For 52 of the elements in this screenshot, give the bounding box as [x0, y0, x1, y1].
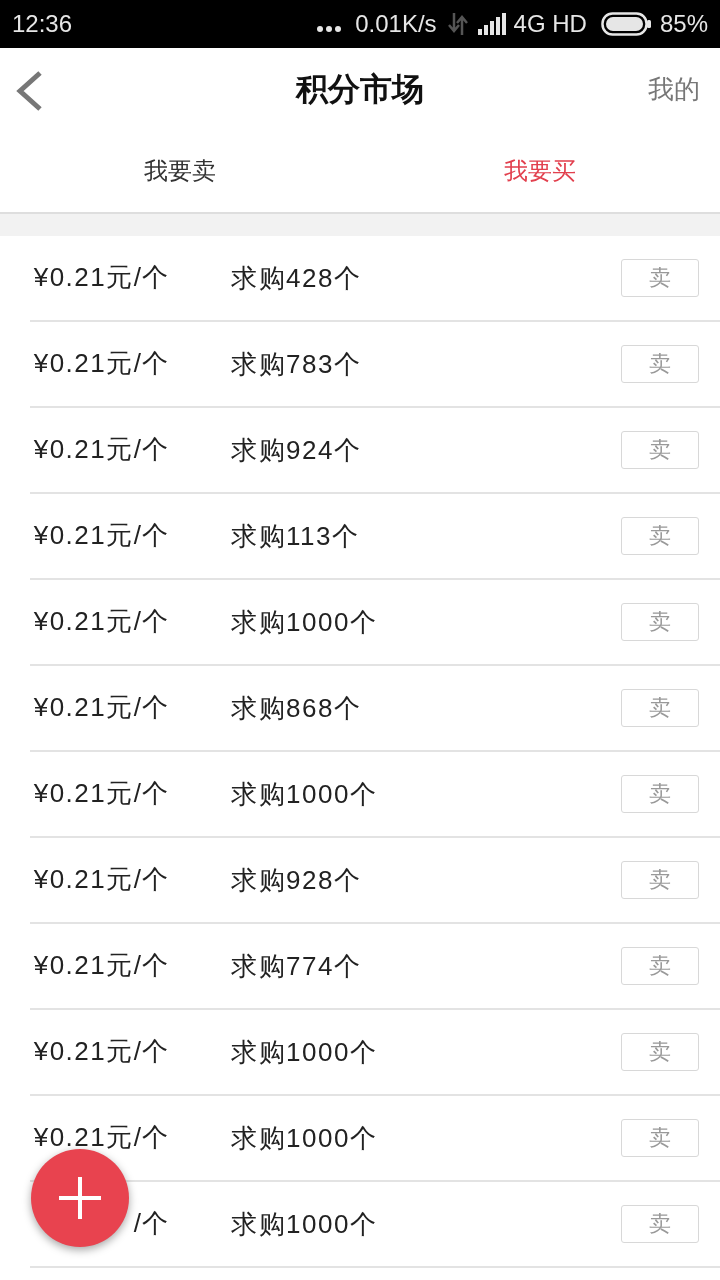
price-text: ¥0.21元/个	[33, 347, 170, 378]
sell-button[interactable]: 卖	[621, 1033, 699, 1071]
tab[interactable]: 我要买	[504, 159, 576, 183]
network-speed: 0.01K/s	[355, 12, 437, 36]
add-button[interactable]	[31, 1149, 129, 1247]
price-text: /个	[133, 1207, 170, 1238]
back-icon	[15, 70, 43, 112]
quantity-text: 求购928个	[231, 867, 362, 893]
quantity-text: 求购868个	[231, 695, 362, 721]
price-text: ¥0.21元/个	[33, 863, 170, 894]
price-text: ¥0.21元/个	[33, 1035, 170, 1066]
status-time: 12:36	[12, 12, 73, 36]
signal-icon	[477, 13, 506, 35]
sell-button[interactable]: 卖	[621, 689, 699, 727]
quantity-text: 求购783个	[231, 351, 362, 377]
page-title: 积分市场	[296, 73, 424, 105]
quantity-text: 求购1000个	[231, 1211, 378, 1237]
price-text: ¥0.21元/个	[33, 1121, 170, 1152]
sell-button[interactable]: 卖	[621, 517, 699, 555]
sell-button[interactable]: 卖	[621, 259, 699, 297]
back-button[interactable]	[15, 70, 43, 112]
sell-button[interactable]: 卖	[621, 1205, 699, 1243]
quantity-text: 求购1000个	[231, 1039, 378, 1065]
network-type: 4G HD	[513, 12, 587, 36]
sell-button[interactable]: 卖	[621, 861, 699, 899]
quantity-text: 求购428个	[231, 265, 362, 291]
quantity-text: 求购774个	[231, 953, 362, 979]
sell-button[interactable]: 卖	[621, 775, 699, 813]
quantity-text: 求购1000个	[231, 609, 378, 635]
price-text: ¥0.21元/个	[33, 433, 170, 464]
price-text: ¥0.21元/个	[33, 777, 170, 808]
price-text: ¥0.21元/个	[33, 949, 170, 980]
price-text: ¥0.21元/个	[33, 605, 170, 636]
quantity-text: 求购1000个	[231, 781, 378, 807]
battery-icon	[600, 12, 651, 36]
sell-button[interactable]: 卖	[621, 603, 699, 641]
sell-button[interactable]: 卖	[621, 947, 699, 985]
quantity-text: 求购1000个	[231, 1125, 378, 1151]
battery-percent: 85%	[659, 12, 708, 36]
price-text: ¥0.21元/个	[33, 261, 170, 292]
mine-link[interactable]: 我的	[648, 76, 700, 102]
price-text: ¥0.21元/个	[33, 691, 170, 722]
tab[interactable]: 我要卖	[144, 159, 216, 183]
quantity-text: 求购113个	[231, 523, 360, 549]
sell-button[interactable]: 卖	[621, 345, 699, 383]
sell-button[interactable]: 卖	[621, 1119, 699, 1157]
data-activity-icon	[447, 13, 468, 35]
quantity-text: 求购924个	[231, 437, 362, 463]
more-dots-icon	[317, 26, 342, 32]
plus-icon	[59, 1177, 101, 1219]
sell-button[interactable]: 卖	[621, 431, 699, 469]
price-text: ¥0.21元/个	[33, 519, 170, 550]
